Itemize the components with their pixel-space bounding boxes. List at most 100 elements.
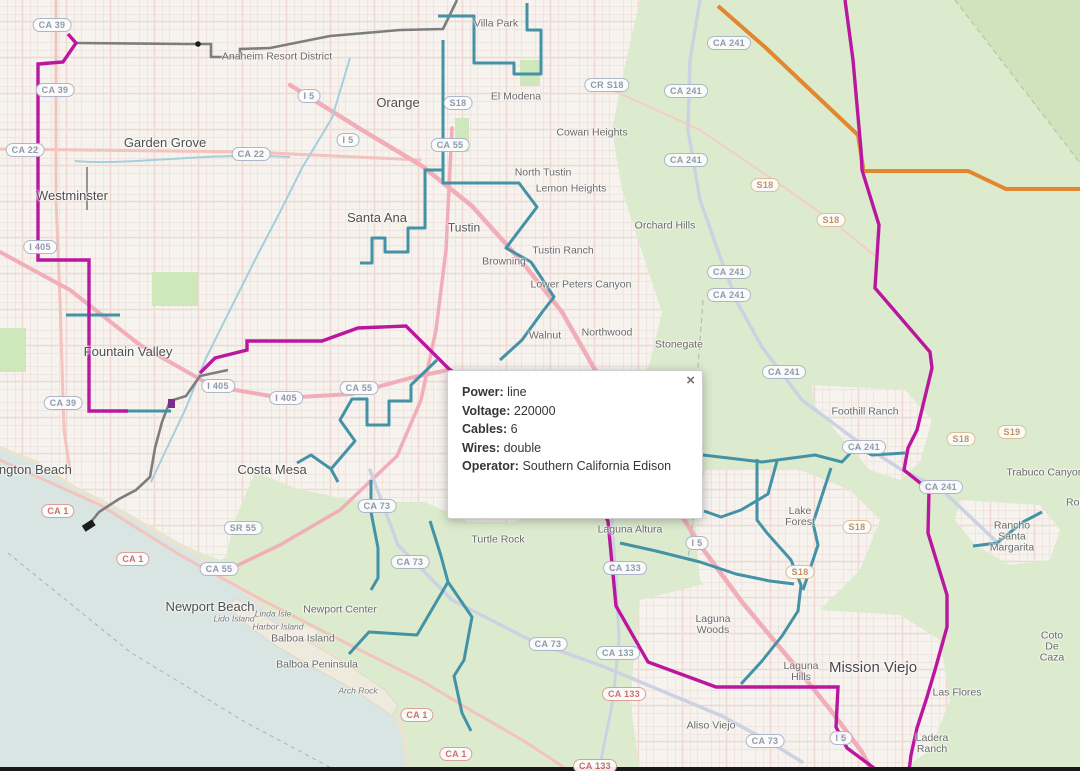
- popup-field-value: Southern California Edison: [522, 459, 671, 473]
- highway-shield: I 405: [201, 379, 235, 393]
- highway-shield: S18: [751, 178, 780, 192]
- popup-field-label: Power:: [462, 385, 504, 399]
- highway-shield: CA 1: [439, 747, 472, 761]
- popup-field-label: Wires:: [462, 441, 500, 455]
- map-label: Orchard Hills: [635, 220, 696, 231]
- map-label: Browning: [482, 256, 526, 267]
- map-label: Robi: [1066, 497, 1080, 508]
- map-label: Lido Island: [213, 615, 254, 624]
- map-label: El Modena: [491, 91, 541, 102]
- map-label: Ladera Ranch: [907, 733, 957, 755]
- highway-shield: S18: [947, 432, 976, 446]
- highway-shield: CA 133: [596, 646, 640, 660]
- highway-shield: SR 55: [224, 521, 263, 535]
- map-label: Orange: [376, 96, 419, 110]
- highway-shield: CA 133: [573, 759, 617, 771]
- map-label: Costa Mesa: [237, 463, 306, 477]
- highway-shield: CA 73: [391, 555, 430, 569]
- map-label: Foothill Ranch: [831, 406, 898, 417]
- highway-shield: I 405: [269, 391, 303, 405]
- map-label: Lemon Heights: [536, 183, 607, 194]
- popup-field-value: 6: [511, 422, 518, 436]
- map-label: Tustin: [448, 222, 480, 235]
- feature-popup: × Power: line Voltage: 220000 Cables: 6 …: [447, 370, 703, 519]
- highway-shield: I 5: [337, 133, 360, 147]
- map-label: Balboa Peninsula: [276, 659, 358, 670]
- map-label: Linda Isle: [255, 610, 291, 619]
- map-label: Cowan Heights: [556, 127, 627, 138]
- highway-shield: CA 55: [340, 381, 379, 395]
- highway-shield: CA 73: [746, 734, 785, 748]
- popup-field-voltage: Voltage: 220000: [462, 402, 688, 421]
- highway-shield: I 5: [298, 89, 321, 103]
- map-label: Lake Forest: [775, 506, 825, 528]
- popup-field-operator: Operator: Southern California Edison: [462, 457, 688, 476]
- highway-shield: I 405: [23, 240, 57, 254]
- bottom-edge-bar: [0, 767, 1080, 771]
- highway-shield: CA 241: [762, 365, 806, 379]
- map-label: Garden Grove: [124, 136, 206, 150]
- map-label: Walnut: [529, 330, 561, 341]
- map-label: Balboa Island: [271, 633, 335, 644]
- map-label: Fountain Valley: [84, 345, 173, 359]
- popup-field-cables: Cables: 6: [462, 420, 688, 439]
- highway-shield: CA 241: [707, 36, 751, 50]
- map-label: North Tustin: [515, 167, 572, 178]
- map-label: Laguna Hills: [776, 661, 826, 683]
- map-label: Rancho Santa Margarita: [987, 520, 1037, 553]
- highway-shield: S19: [998, 425, 1027, 439]
- map-label: Northwood: [582, 327, 633, 338]
- map-label: Aliso Viejo: [687, 720, 736, 731]
- map-label: Las Flores: [932, 687, 981, 698]
- highway-shield: CA 241: [919, 480, 963, 494]
- highway-shield: S18: [786, 565, 815, 579]
- map-label: Trabuco Canyon: [1006, 467, 1080, 478]
- highway-shield: CA 241: [842, 440, 886, 454]
- highway-shield: S18: [843, 520, 872, 534]
- popup-field-wires: Wires: double: [462, 439, 688, 458]
- highway-shield: CA 39: [44, 396, 83, 410]
- map-label: Newport Beach: [166, 600, 255, 614]
- highway-shield: CA 39: [36, 83, 75, 97]
- highway-shield: CA 133: [603, 561, 647, 575]
- highway-shield: CA 241: [707, 265, 751, 279]
- popup-field-value: double: [504, 441, 542, 455]
- highway-shield: CA 73: [358, 499, 397, 513]
- map-label: Tustin Ranch: [532, 245, 593, 256]
- map-label: Stonegate: [655, 339, 703, 350]
- map-label: ington Beach: [0, 463, 72, 477]
- map-label: Newport Center: [303, 604, 377, 615]
- highway-shield: CA 241: [664, 153, 708, 167]
- highway-shield: CA 1: [400, 708, 433, 722]
- popup-field-value: 220000: [514, 404, 556, 418]
- map-label: Anaheim Resort District: [222, 51, 332, 62]
- map-label: Villa Park: [474, 18, 518, 29]
- power-tower-dot: [195, 41, 201, 47]
- popup-close-button[interactable]: ×: [686, 373, 695, 389]
- highway-shield: CA 55: [431, 138, 470, 152]
- map-label: Mission Viejo: [829, 660, 917, 676]
- map-label: Harbor Island: [252, 623, 303, 632]
- highway-shield: S18: [817, 213, 846, 227]
- highway-shield: CA 1: [116, 552, 149, 566]
- highway-shield: CA 22: [6, 143, 45, 157]
- highway-shield: CA 241: [707, 288, 751, 302]
- popup-field-label: Operator:: [462, 459, 519, 473]
- highway-shield: CA 241: [664, 84, 708, 98]
- map-label: Turtle Rock: [471, 534, 524, 545]
- popup-field-label: Voltage:: [462, 404, 510, 418]
- popup-field-label: Cables:: [462, 422, 507, 436]
- highway-shield: CA 1: [41, 504, 74, 518]
- map-label: Laguna Altura: [598, 524, 663, 535]
- highway-shield: CA 133: [602, 687, 646, 701]
- substation-purple: [168, 399, 175, 408]
- highway-shield: CA 22: [232, 147, 271, 161]
- popup-field-value: line: [507, 385, 526, 399]
- highway-shield: I 5: [830, 731, 853, 745]
- map-label: Coto De Caza: [1038, 630, 1066, 663]
- map-label: Lower Peters Canyon: [531, 279, 632, 290]
- highway-shield: CR S18: [584, 78, 629, 92]
- highway-shield: CA 55: [200, 562, 239, 576]
- highway-shield: CA 73: [529, 637, 568, 651]
- map-canvas[interactable]: Anaheim Resort DistrictGarden GroveWestm…: [0, 0, 1080, 771]
